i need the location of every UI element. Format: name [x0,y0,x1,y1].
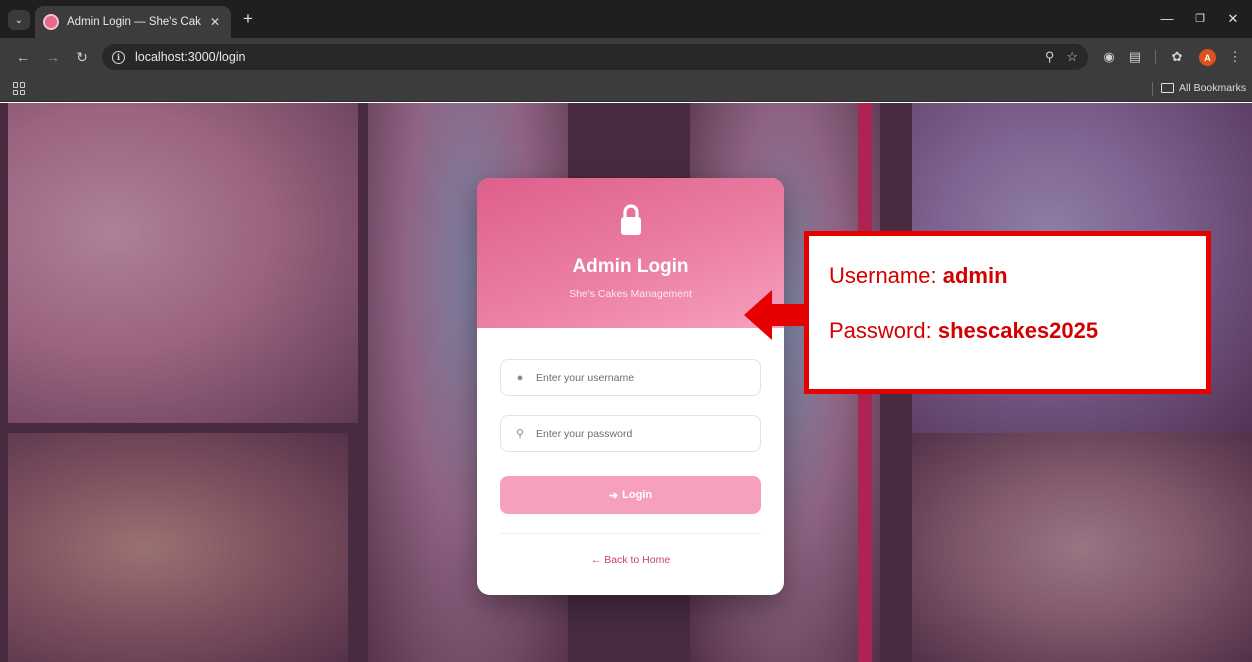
bookmark-star-icon[interactable]: ☆ [1066,49,1078,65]
username-field[interactable]: ● [500,359,761,396]
username-credential-value: admin [942,263,1008,288]
menu-kebab-icon[interactable]: ⋮ [1226,48,1244,66]
reload-icon[interactable]: ↻ [72,47,92,67]
site-info-icon[interactable]: i [112,50,125,64]
browser-tab-active[interactable]: Admin Login — She's Cakes ✕ [35,6,231,38]
apps-grid-icon[interactable] [13,82,26,95]
user-icon: ● [516,371,524,384]
username-credential: Username: admin [829,263,1206,318]
card-divider [500,533,761,534]
login-title: Admin Login [572,256,689,277]
browser-toolbar: ← → ↻ i localhost:3000/login ⚲ ☆ ◉ ▤ ✿ A… [0,38,1252,76]
zoom-magnifier-icon[interactable]: ⚲ [1045,49,1055,65]
all-bookmarks-label: All Bookmarks [1179,82,1247,94]
copilot-icon[interactable]: ✿ [1168,48,1186,66]
login-button[interactable]: ➜ Login [500,476,761,514]
new-tab-plus-icon[interactable]: + [238,10,258,30]
folder-icon [1161,83,1174,93]
tab-close-icon[interactable]: ✕ [207,15,223,29]
tab-title: Admin Login — She's Cakes [67,16,201,28]
password-field[interactable]: ⚲ [500,415,761,452]
minimize-icon[interactable]: — [1156,10,1178,28]
lock-icon [621,204,641,235]
password-input[interactable] [536,427,760,440]
extensions-puzzle-icon[interactable]: ▤ [1126,48,1144,66]
back-arrow-link-icon: ← [590,554,602,566]
cake-favicon-icon [43,14,59,30]
username-input[interactable] [536,371,760,384]
annotation-arrow-icon [744,290,806,340]
camera-extension-icon[interactable]: ◉ [1100,48,1118,66]
back-arrow-icon[interactable]: ← [13,47,33,67]
password-credential: Password: shescakes2025 [829,318,1206,373]
back-to-home-link[interactable]: ← Back to Home [477,554,784,566]
back-to-home-label: Back to Home [604,554,671,566]
login-subtitle: She's Cakes Management [569,288,692,300]
address-bar[interactable]: i localhost:3000/login ⚲ ☆ [102,44,1088,70]
bookmarks-separator [1152,82,1153,96]
password-credential-value: shescakes2025 [937,318,1099,343]
profile-avatar[interactable]: A [1199,49,1216,66]
all-bookmarks-button[interactable]: All Bookmarks [1161,82,1246,94]
restore-icon[interactable]: ❐ [1189,10,1211,28]
bookmarks-bar: All Bookmarks [0,76,1252,102]
url-text: localhost:3000/login [135,50,246,64]
browser-tab-strip: ⌄ Admin Login — She's Cakes ✕ + — ❐ ✕ [0,0,1252,38]
credentials-callout: Username: admin Password: shescakes2025 [804,231,1211,394]
login-card: Admin Login She's Cakes Management ● ⚲ ➜… [477,178,784,595]
login-button-label: Login [622,489,653,501]
sign-in-icon: ➜ [608,489,619,502]
forward-arrow-icon[interactable]: → [43,47,63,67]
window-close-icon[interactable]: ✕ [1222,10,1244,28]
toolbar-separator [1155,50,1156,64]
tab-search-chevron-icon[interactable]: ⌄ [8,10,30,30]
username-credential-label: Username: [829,263,937,288]
password-credential-label: Password: [829,318,932,343]
key-icon: ⚲ [515,428,525,440]
login-card-header: Admin Login She's Cakes Management [477,178,784,328]
